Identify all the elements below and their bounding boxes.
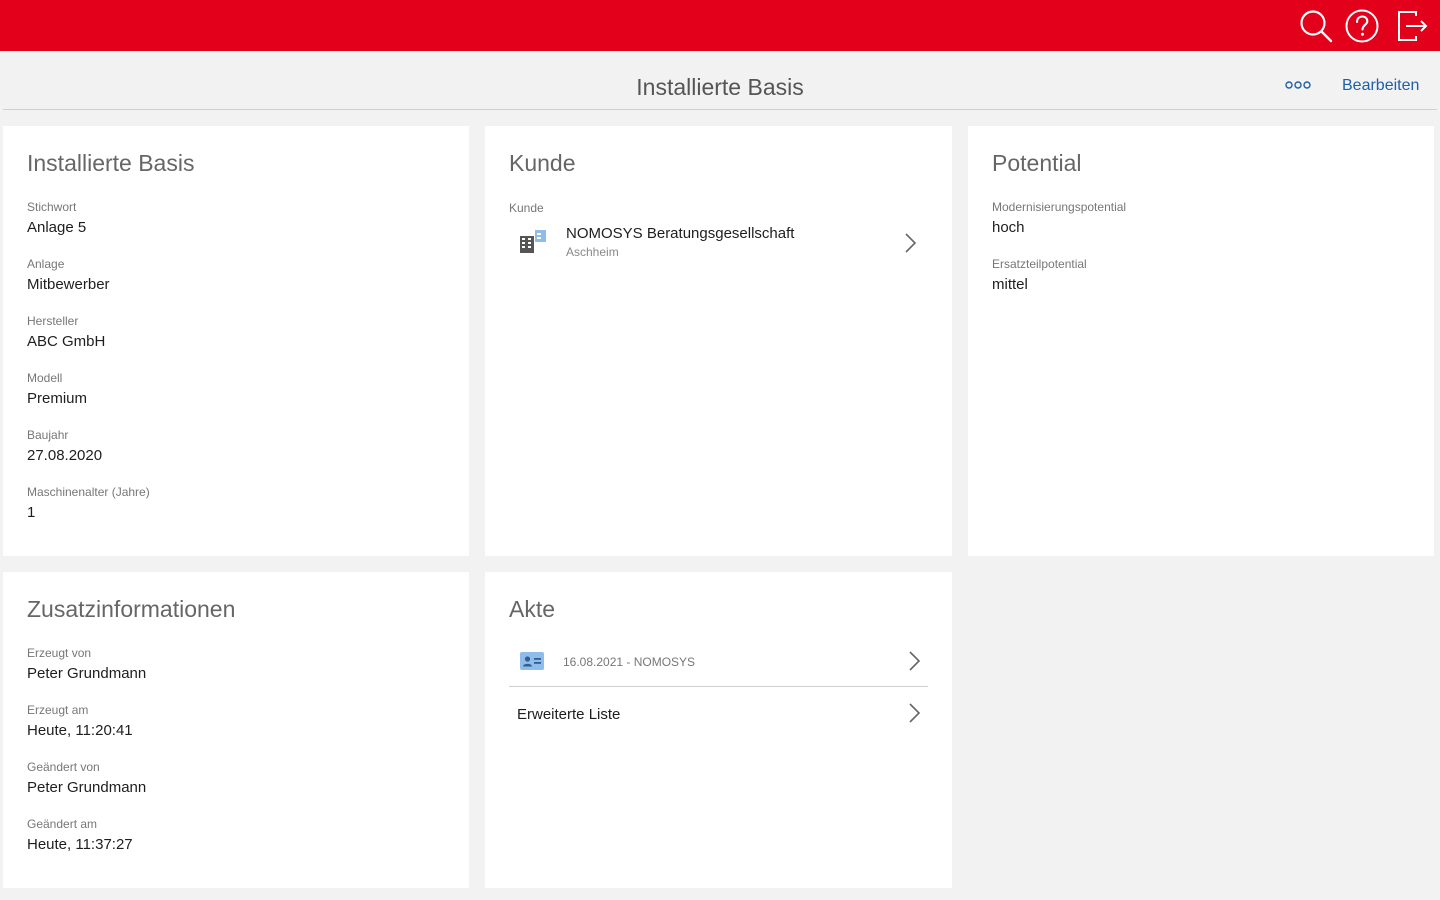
chevron-right-icon (907, 702, 921, 724)
field-geaendert-am: Geändert am Heute, 11:37:27 (27, 817, 133, 853)
field-erzeugt-am: Erzeugt am Heute, 11:20:41 (27, 703, 133, 739)
kunde-link[interactable]: NOMOSYS Beratungsgesellschaft Aschheim (509, 222, 929, 266)
kunde-city: Aschheim (566, 245, 619, 259)
field-value: hoch (992, 219, 1025, 236)
field-maschinenalter: Maschinenalter (Jahre) 1 (27, 485, 150, 521)
akte-entry[interactable]: 16.08.2021 - NOMOSYS (509, 648, 929, 686)
field-erzeugt-von: Erzeugt von Peter Grundmann (27, 646, 146, 682)
potential-card-title: Potential (992, 150, 1082, 176)
top-bar (0, 0, 1440, 51)
kunde-card: Kunde Kunde NOMOSYS Beratungsgesellschaf… (485, 126, 952, 556)
akte-card-title: Akte (509, 596, 556, 622)
akte-entry-text: 16.08.2021 - NOMOSYS (563, 655, 696, 669)
field-label: Baujahr (27, 428, 69, 442)
field-value: Anlage 5 (27, 219, 87, 236)
field-value: Peter Grundmann (27, 779, 147, 796)
chevron-right-icon (907, 650, 921, 672)
kunde-label: Kunde (509, 201, 544, 215)
akte-card: Akte 16.08.2021 - NOMOSYS Erweiterte Lis… (485, 572, 952, 888)
edit-button[interactable]: Bearbeiten (1342, 77, 1419, 95)
field-label: Hersteller (27, 314, 79, 328)
field-label: Erzeugt von (27, 646, 92, 660)
field-baujahr: Baujahr 27.08.2020 (27, 428, 102, 464)
field-label: Stichwort (27, 200, 77, 214)
field-value: ABC GmbH (27, 333, 106, 350)
basis-card: Installierte Basis Stichwort Anlage 5 An… (3, 126, 469, 556)
kunde-name: NOMOSYS Beratungsgesellschaft (566, 225, 795, 242)
more-icon[interactable] (1284, 78, 1312, 92)
field-modernisierungspotential: Modernisierungspotential hoch (992, 200, 1126, 236)
search-icon[interactable] (1298, 8, 1334, 44)
akte-divider (509, 686, 928, 687)
field-value: mittel (992, 276, 1028, 293)
building-icon (519, 228, 549, 254)
header-divider (3, 109, 1437, 110)
field-label: Erzeugt am (27, 703, 89, 717)
erweiterte-liste-label: Erweiterte Liste (517, 706, 621, 723)
field-value: Premium (27, 390, 88, 407)
field-value: Mitbewerber (27, 276, 110, 293)
field-value: Heute, 11:20:41 (27, 722, 133, 739)
field-label: Modernisierungspotential (992, 200, 1127, 214)
help-icon[interactable] (1344, 8, 1380, 44)
field-label: Geändert von (27, 760, 100, 774)
basis-card-title: Installierte Basis (27, 150, 195, 176)
page-header: Installierte Basis Bearbeiten (0, 51, 1440, 110)
contact-card-icon (520, 652, 544, 670)
field-label: Maschinenalter (Jahre) (27, 485, 150, 499)
field-value: 1 (27, 504, 36, 521)
field-geaendert-von: Geändert von Peter Grundmann (27, 760, 146, 796)
field-label: Ersatzteilpotential (992, 257, 1087, 271)
field-label: Anlage (27, 257, 65, 271)
logout-icon[interactable] (1394, 8, 1430, 44)
page-title: Installierte Basis (636, 74, 804, 100)
zusatz-card: Zusatzinformationen Erzeugt von Peter Gr… (3, 572, 469, 888)
potential-card: Potential Modernisierungspotential hoch … (968, 126, 1434, 556)
field-label: Modell (27, 371, 63, 385)
kunde-card-title: Kunde (509, 150, 576, 176)
field-stichwort: Stichwort Anlage 5 (27, 200, 86, 236)
field-hersteller: Hersteller ABC GmbH (27, 314, 105, 350)
field-anlage: Anlage Mitbewerber (27, 257, 110, 293)
field-value: Heute, 11:37:27 (27, 836, 133, 853)
field-label: Geändert am (27, 817, 98, 831)
field-value: Peter Grundmann (27, 665, 147, 682)
field-ersatzteilpotential: Ersatzteilpotential mittel (992, 257, 1087, 293)
chevron-right-icon (903, 232, 917, 254)
zusatz-card-title: Zusatzinformationen (27, 596, 236, 622)
erweiterte-liste-link[interactable]: Erweiterte Liste (509, 692, 929, 734)
field-modell: Modell Premium (27, 371, 87, 407)
field-value: 27.08.2020 (27, 447, 103, 464)
